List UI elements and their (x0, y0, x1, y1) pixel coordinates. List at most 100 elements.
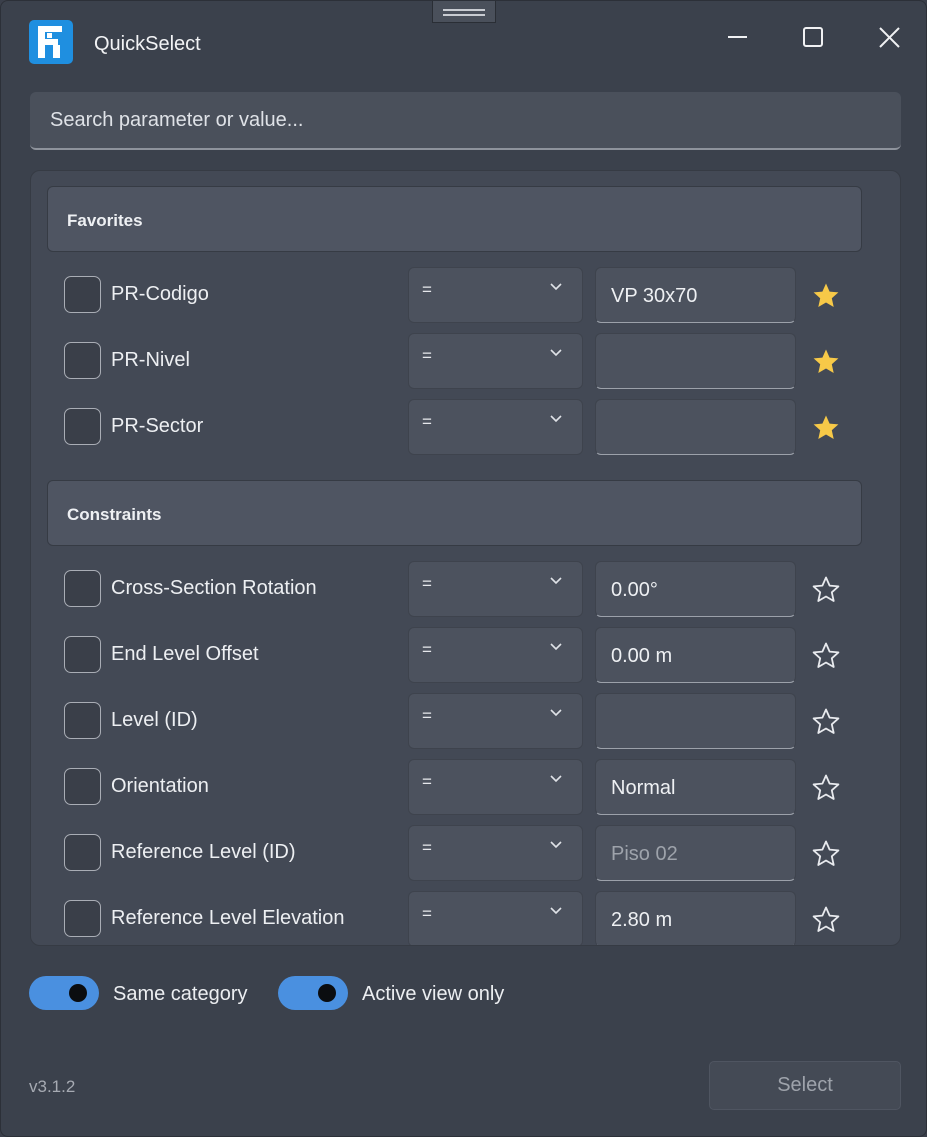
star-outline-icon[interactable] (811, 773, 841, 803)
value-text: Piso 02 (611, 843, 678, 865)
chevron-down-icon (550, 349, 562, 357)
parameter-row: End Level Offset = 0.00 m (31, 627, 900, 683)
parameter-row: Orientation = Normal (31, 759, 900, 815)
operator-dropdown[interactable]: = (408, 561, 583, 617)
operator-value: = (422, 838, 432, 857)
parameter-label: Level (ID) (111, 709, 198, 731)
parameter-row: Reference Level Elevation = 2.80 m (31, 891, 900, 945)
version-label: v3.1.2 (29, 1077, 76, 1096)
value-text: VP 30x70 (611, 285, 698, 307)
operator-value: = (422, 412, 432, 431)
parameter-checkbox[interactable] (64, 900, 101, 937)
operator-dropdown[interactable]: = (408, 825, 583, 881)
close-button[interactable] (875, 23, 905, 53)
operator-dropdown[interactable]: = (408, 399, 583, 455)
value-field[interactable]: 2.80 m (595, 891, 796, 945)
value-field[interactable] (595, 333, 796, 389)
parameter-checkbox[interactable] (64, 768, 101, 805)
parameter-row: PR-Sector = (31, 399, 900, 455)
operator-dropdown[interactable]: = (408, 693, 583, 749)
parameter-checkbox[interactable] (64, 834, 101, 871)
parameter-checkbox[interactable] (64, 702, 101, 739)
parameter-row: Cross-Section Rotation = 0.00° (31, 561, 900, 617)
operator-value: = (422, 280, 432, 299)
star-outline-icon[interactable] (811, 839, 841, 869)
favorites-section-header: Favorites (47, 186, 862, 252)
same-category-label: Same category (113, 983, 248, 1005)
star-filled-icon[interactable] (811, 347, 841, 377)
maximize-button[interactable] (799, 23, 829, 53)
select-button[interactable]: Select (709, 1061, 901, 1110)
chevron-down-icon (550, 775, 562, 783)
value-field[interactable] (595, 693, 796, 749)
toggle-knob (69, 984, 87, 1002)
star-outline-icon[interactable] (811, 707, 841, 737)
parameter-row: Reference Level (ID) = Piso 02 (31, 825, 900, 881)
toggle-knob (318, 984, 336, 1002)
chevron-down-icon (550, 283, 562, 291)
active-view-only-toggle[interactable] (278, 976, 348, 1010)
section-title: Favorites (67, 211, 143, 230)
minimize-icon (728, 36, 747, 38)
value-field[interactable]: VP 30x70 (595, 267, 796, 323)
section-title: Constraints (67, 505, 162, 524)
chevron-down-icon (550, 709, 562, 717)
value-text: 0.00 m (611, 645, 673, 667)
same-category-toggle[interactable] (29, 976, 99, 1010)
value-field[interactable]: 0.00° (595, 561, 796, 617)
parameter-label: Orientation (111, 775, 209, 797)
chevron-down-icon (550, 643, 562, 651)
star-filled-icon[interactable] (811, 413, 841, 443)
title-bar: QuickSelect (1, 1, 926, 81)
star-filled-icon[interactable] (811, 281, 841, 311)
minimize-button[interactable] (723, 23, 753, 53)
parameter-label: PR-Codigo (111, 283, 209, 305)
value-field[interactable]: Normal (595, 759, 796, 815)
parameter-label: Cross-Section Rotation (111, 577, 317, 599)
close-icon (879, 27, 900, 48)
parameter-row: PR-Nivel = (31, 333, 900, 389)
star-outline-icon[interactable] (811, 575, 841, 605)
operator-value: = (422, 904, 432, 923)
operator-value: = (422, 574, 432, 593)
parameter-checkbox[interactable] (64, 408, 101, 445)
value-text: Normal (611, 777, 676, 799)
operator-value: = (422, 346, 432, 365)
star-outline-icon[interactable] (811, 641, 841, 671)
value-field[interactable] (595, 399, 796, 455)
operator-value: = (422, 772, 432, 791)
parameter-row: Level (ID) = (31, 693, 900, 749)
parameter-checkbox[interactable] (64, 636, 101, 673)
parameter-label: End Level Offset (111, 643, 259, 665)
chevron-down-icon (550, 907, 562, 915)
chevron-down-icon (550, 841, 562, 849)
operator-dropdown[interactable]: = (408, 627, 583, 683)
app-title: QuickSelect (94, 33, 201, 55)
parameter-label: Reference Level (ID) (111, 841, 296, 863)
operator-dropdown[interactable]: = (408, 267, 583, 323)
value-text: 2.80 m (611, 909, 673, 931)
value-field[interactable]: 0.00 m (595, 627, 796, 683)
chevron-down-icon (550, 577, 562, 585)
maximize-icon (803, 27, 823, 47)
operator-dropdown[interactable]: = (408, 333, 583, 389)
parameter-list-panel[interactable]: Favorites PR-Codigo = VP 30x70 PR-Nivel … (30, 170, 901, 946)
quickselect-window: QuickSelect Favorites PR-Codigo (0, 0, 927, 1137)
parameter-checkbox[interactable] (64, 342, 101, 379)
operator-dropdown[interactable]: = (408, 759, 583, 815)
parameter-checkbox[interactable] (64, 570, 101, 607)
parameter-checkbox[interactable] (64, 276, 101, 313)
operator-value: = (422, 706, 432, 725)
parameter-label: PR-Nivel (111, 349, 190, 371)
operator-value: = (422, 640, 432, 659)
constraints-section-header: Constraints (47, 480, 862, 546)
parameter-label: PR-Sector (111, 415, 204, 437)
value-text: 0.00° (611, 579, 658, 601)
parameter-row: PR-Codigo = VP 30x70 (31, 267, 900, 323)
chevron-down-icon (550, 415, 562, 423)
star-outline-icon[interactable] (811, 905, 841, 935)
active-view-only-label: Active view only (362, 983, 505, 1005)
search-input[interactable] (30, 92, 901, 150)
value-field: Piso 02 (595, 825, 796, 881)
operator-dropdown[interactable]: = (408, 891, 583, 945)
